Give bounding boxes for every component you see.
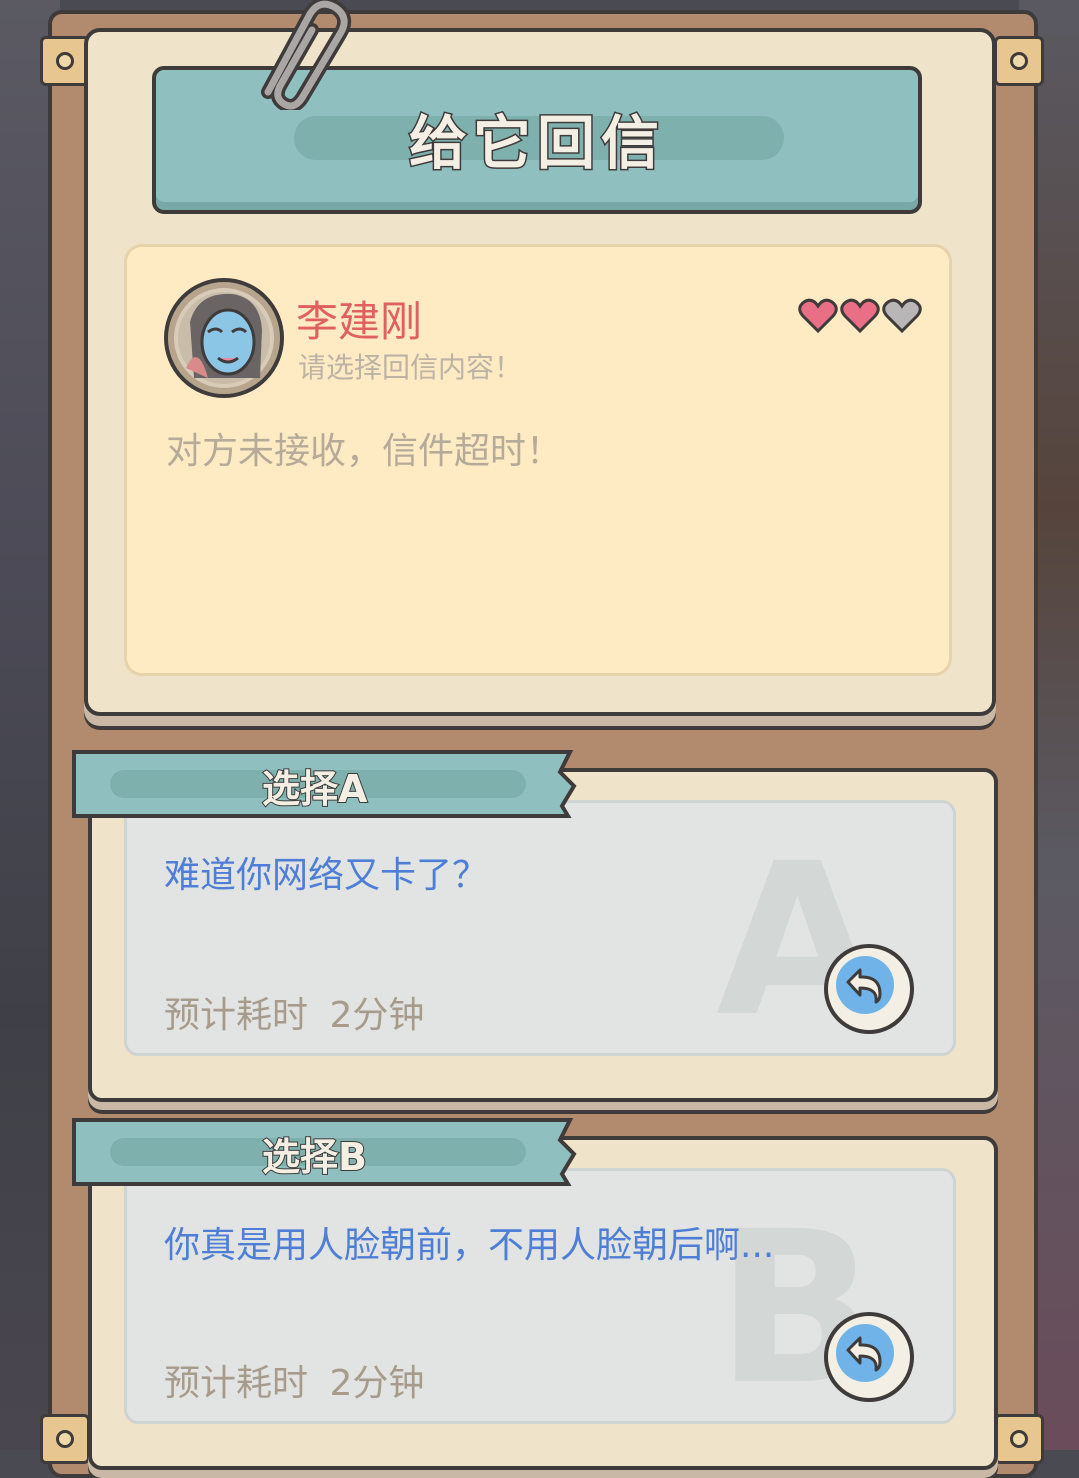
estimated-time-label: 预计耗时 bbox=[164, 1363, 309, 1404]
reply-button-a[interactable] bbox=[824, 944, 914, 1034]
reply-prompt: 请选择回信内容！ bbox=[298, 351, 523, 384]
sender-name: 李建刚 bbox=[296, 297, 423, 346]
affection-hearts bbox=[798, 298, 922, 334]
estimated-time-value: 2分钟 bbox=[329, 995, 425, 1036]
paperclip-icon bbox=[261, 0, 352, 110]
option-text-a: 难道你网络又卡了？ bbox=[164, 855, 489, 896]
letter-body: 对方未接收，信件超时！ bbox=[166, 431, 563, 472]
avatar-face-icon bbox=[178, 292, 270, 384]
corner-bolt-icon bbox=[994, 1414, 1044, 1464]
reply-arrow-icon bbox=[836, 1324, 894, 1382]
heart-icon bbox=[840, 298, 880, 334]
option-time-b: 预计耗时 2分钟 bbox=[164, 1354, 424, 1406]
corner-bolt-icon bbox=[40, 36, 90, 86]
estimated-time-value: 2分钟 bbox=[329, 1363, 425, 1404]
option-label-b: 选择B bbox=[261, 1134, 368, 1180]
corner-bolt-icon bbox=[40, 1414, 90, 1464]
estimated-time-label: 预计耗时 bbox=[164, 995, 309, 1036]
option-time-a: 预计耗时 2分钟 bbox=[164, 986, 424, 1038]
reply-arrow-icon bbox=[836, 956, 894, 1014]
sender-avatar[interactable] bbox=[164, 278, 284, 398]
heart-icon bbox=[798, 298, 838, 334]
option-label-a: 选择A bbox=[261, 766, 368, 812]
heart-empty-icon bbox=[882, 298, 922, 334]
reply-button-b[interactable] bbox=[824, 1312, 914, 1402]
option-text-b: 你真是用人脸朝前，不用人脸朝后啊... bbox=[164, 1225, 775, 1266]
corner-bolt-icon bbox=[994, 36, 1044, 86]
